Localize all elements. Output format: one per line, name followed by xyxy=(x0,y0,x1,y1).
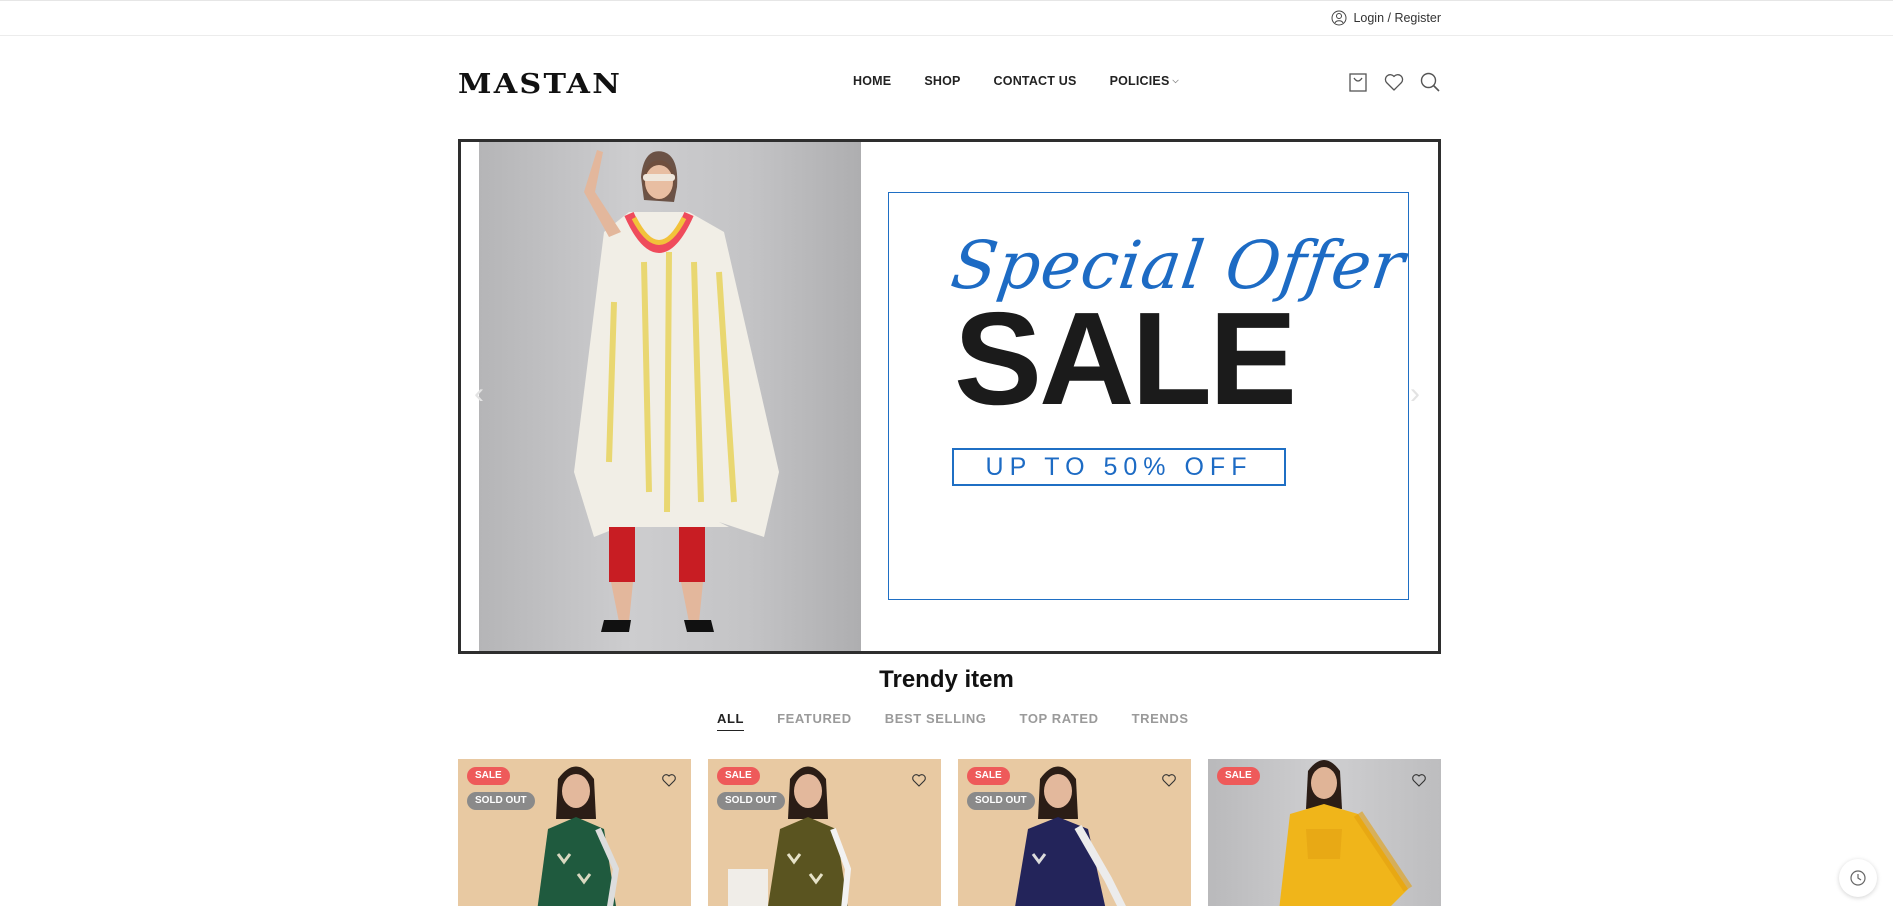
wishlist-heart-icon[interactable] xyxy=(1383,71,1405,93)
nav-policies[interactable]: POLICIES ⌵ xyxy=(1110,74,1179,88)
sold-out-badge: SOLD OUT xyxy=(967,792,1035,810)
top-bar: Login / Register xyxy=(0,0,1893,36)
wishlist-heart-icon[interactable] xyxy=(1161,772,1177,788)
sold-out-badge: SOLD OUT xyxy=(717,792,785,810)
history-clock-icon xyxy=(1850,870,1866,886)
wishlist-heart-icon[interactable] xyxy=(661,772,677,788)
banner-prev-arrow[interactable]: ‹ xyxy=(474,379,484,409)
nav-home-label: HOME xyxy=(853,74,892,88)
wishlist-heart-icon[interactable] xyxy=(1411,772,1427,788)
nav-contact-us[interactable]: CONTACT US xyxy=(994,74,1077,88)
main-nav: HOME SHOP CONTACT US POLICIES ⌵ xyxy=(853,74,1212,88)
tab-all[interactable]: ALL xyxy=(717,711,745,731)
product-card[interactable]: SALE SOLD OUT xyxy=(708,759,941,906)
logo-text: MASTAN xyxy=(458,71,622,95)
login-register-label: Login / Register xyxy=(1353,11,1441,25)
nav-home[interactable]: HOME xyxy=(853,74,891,88)
sale-badge: SALE xyxy=(717,767,760,785)
login-register-link[interactable]: Login / Register xyxy=(1331,10,1441,26)
discount-label: UP TO 50% OFF xyxy=(952,448,1286,486)
product-card[interactable]: SALE xyxy=(1208,759,1441,906)
site-logo[interactable]: MASTAN xyxy=(458,71,662,95)
search-icon[interactable] xyxy=(1419,71,1441,93)
nav-contact-label: CONTACT US xyxy=(993,74,1077,88)
nav-policies-label: POLICIES xyxy=(1109,74,1170,88)
banner-model-image xyxy=(479,142,861,651)
recently-viewed-button[interactable] xyxy=(1839,859,1877,897)
sold-out-badge: SOLD OUT xyxy=(467,792,535,810)
nav-shop[interactable]: SHOP xyxy=(924,74,960,88)
site-header: MASTAN HOME SHOP CONTACT US POLICIES ⌵ xyxy=(458,60,1441,106)
sale-badge: SALE xyxy=(1217,767,1260,785)
trendy-section-title: Trendy item xyxy=(879,666,1014,693)
product-card[interactable]: SALE SOLD OUT xyxy=(958,759,1191,906)
tab-best-selling[interactable]: BEST SELLING xyxy=(885,711,987,731)
header-icons xyxy=(1347,71,1441,93)
wishlist-heart-icon[interactable] xyxy=(911,772,927,788)
tab-featured[interactable]: FEATURED xyxy=(777,711,852,731)
chevron-down-icon: ⌵ xyxy=(1172,76,1179,85)
banner-next-arrow[interactable]: › xyxy=(1410,379,1420,409)
hero-banner: ‹ › Special Offer SALE UP TO 50% OFF xyxy=(458,139,1441,654)
tab-trends[interactable]: TRENDS xyxy=(1132,711,1189,731)
product-card[interactable]: SALE SOLD OUT xyxy=(458,759,691,906)
tab-top-rated[interactable]: TOP RATED xyxy=(1020,711,1099,731)
nav-shop-label: SHOP xyxy=(924,74,961,88)
cart-icon[interactable] xyxy=(1347,71,1369,93)
user-icon xyxy=(1331,10,1347,26)
sale-badge: SALE xyxy=(967,767,1010,785)
offer-box: Special Offer SALE UP TO 50% OFF xyxy=(888,192,1410,600)
product-filter-tabs: ALL FEATURED BEST SELLING TOP RATED TREN… xyxy=(717,711,1222,731)
sale-headline: SALE xyxy=(954,285,1297,432)
sale-badge: SALE xyxy=(467,767,510,785)
